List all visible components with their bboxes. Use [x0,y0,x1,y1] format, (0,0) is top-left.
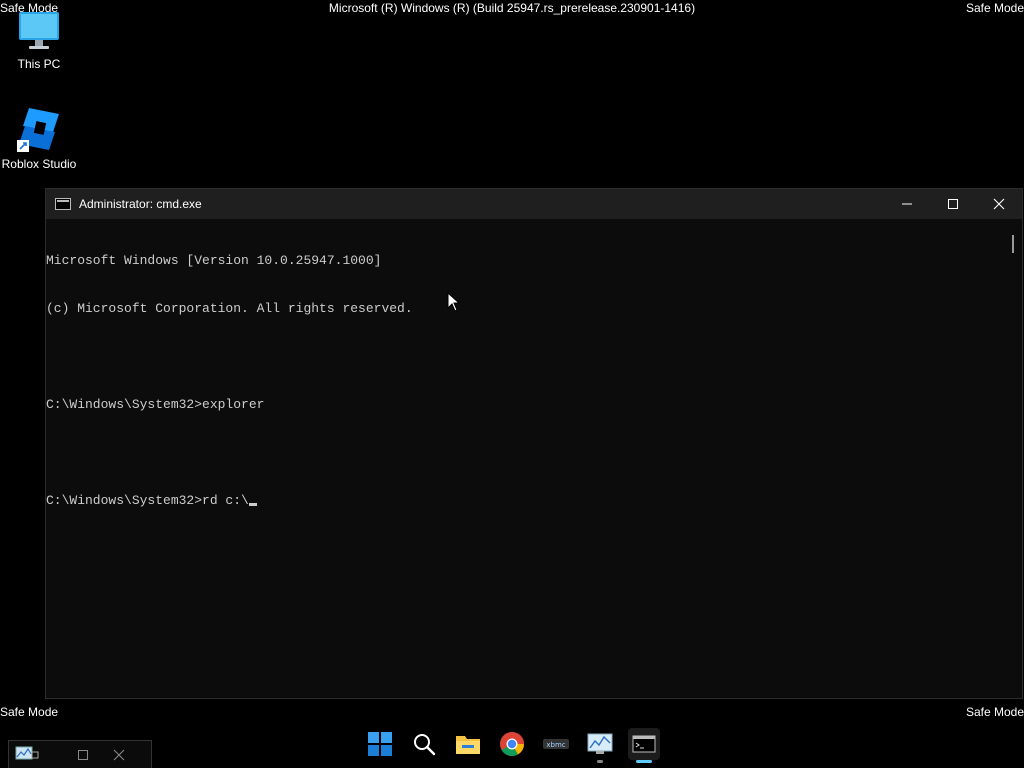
safe-mode-label-top-right: Safe Mode [965,1,1024,15]
console-input-line[interactable]: C:\Windows\System32>rd c:\ [46,493,1005,509]
active-indicator [636,760,652,763]
console-line: Microsoft Windows [Version 10.0.25947.10… [46,253,382,268]
cmd-icon [55,198,71,210]
xbmc-button[interactable]: xbmc [540,728,572,760]
task-view-thumbnail[interactable] [8,740,152,768]
safe-mode-label-bottom-right: Safe Mode [965,705,1024,719]
cmd-taskbar-button[interactable] [628,728,660,760]
resource-monitor-icon[interactable] [9,742,45,768]
start-button[interactable] [364,728,396,760]
resource-monitor-icon [587,733,613,754]
file-explorer-button[interactable] [452,728,484,760]
monitor-icon [17,12,61,55]
search-icon [414,734,436,756]
running-indicator [597,760,603,763]
desktop-icon-label: Roblox Studio [1,157,77,171]
build-string: Microsoft (R) Windows (R) (Build 25947.r… [328,1,696,15]
chrome-icon [500,732,524,757]
xbmc-icon: xbmc [543,739,569,749]
console-line: (c) Microsoft Corporation. All rights re… [46,301,413,316]
mini-close-button[interactable] [101,742,137,768]
console-line: C:\Windows\System32>explorer [46,397,265,412]
start-icon [368,732,392,756]
desktop-icon-label: This PC [17,57,61,71]
safe-mode-label-bottom-left: Safe Mode [0,705,59,719]
resource-monitor-button[interactable] [584,728,616,760]
text-caret [248,503,257,506]
cmd-window[interactable]: Administrator: cmd.exe Microsoft Windows… [45,188,1023,699]
search-button[interactable] [408,728,440,760]
console-command: C:\Windows\System32>rd c:\ [46,493,249,508]
desktop-icon-roblox-studio[interactable]: Roblox Studio [0,106,78,171]
cmd-icon [632,735,656,753]
maximize-icon [78,749,88,760]
file-explorer-icon [456,736,480,754]
window-title: Administrator: cmd.exe [79,197,202,211]
maximize-icon [948,199,958,209]
mini-maximize-button[interactable] [65,742,101,768]
close-icon [113,749,125,760]
close-icon [993,198,1005,210]
svg-text:xbmc: xbmc [546,741,565,749]
minimize-button[interactable] [884,189,930,219]
mouse-cursor-icon [447,291,461,317]
chrome-button[interactable] [496,728,528,760]
minimize-icon [902,203,912,205]
scrollbar-thumb[interactable] [1012,235,1014,253]
window-titlebar[interactable]: Administrator: cmd.exe [46,189,1022,219]
console-output[interactable]: Microsoft Windows [Version 10.0.25947.10… [46,219,1005,698]
roblox-studio-icon [15,108,63,155]
vertical-scrollbar[interactable] [1005,219,1022,698]
desktop-icon-this-pc[interactable]: This PC [0,10,78,71]
close-button[interactable] [976,189,1022,219]
maximize-button[interactable] [930,189,976,219]
